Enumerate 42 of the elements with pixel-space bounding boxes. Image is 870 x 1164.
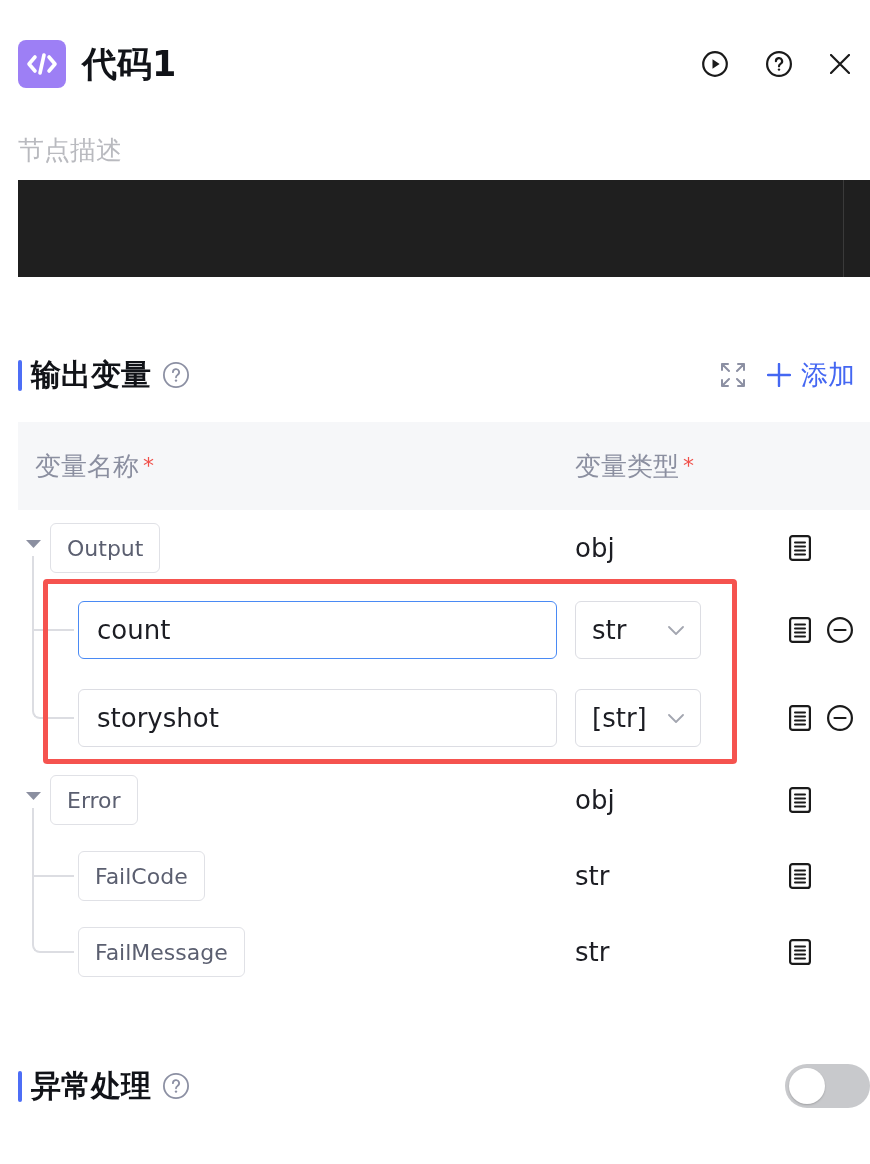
variable-name-tag: FailCode [78, 851, 205, 901]
caret-icon[interactable] [25, 540, 41, 548]
required-mark: * [143, 455, 154, 477]
variable-name-tag: Error [50, 775, 138, 825]
description-field[interactable]: 节点描述 [18, 133, 852, 167]
expand-icon[interactable] [721, 363, 745, 387]
document-icon[interactable] [789, 535, 811, 561]
chevron-down-icon [668, 625, 684, 635]
section-title: 输出变量 [31, 356, 151, 394]
variable-name-tag: Output [50, 523, 161, 573]
node-title: 代码1 [82, 43, 177, 86]
variable-name-input[interactable]: storyshot [78, 689, 557, 747]
document-icon[interactable] [789, 617, 811, 643]
plus-icon [767, 363, 791, 387]
column-header: 变量名称 [35, 449, 139, 483]
minus-circle-icon[interactable] [827, 617, 853, 643]
variable-type: str [575, 937, 610, 967]
document-icon[interactable] [789, 863, 811, 889]
type-select[interactable]: [str] [575, 689, 701, 747]
play-icon[interactable] [702, 51, 728, 77]
variable-type: str [575, 861, 610, 891]
add-button[interactable]: 添加 [767, 357, 855, 393]
code-logo-icon [18, 40, 66, 88]
close-icon[interactable] [830, 54, 850, 74]
required-mark: * [683, 455, 694, 477]
accent-bar [18, 1070, 22, 1102]
document-icon[interactable] [789, 939, 811, 965]
section-title: 异常处理 [31, 1067, 151, 1105]
variable-type: obj [575, 533, 615, 563]
variable-name-tag: FailMessage [78, 927, 245, 977]
document-icon[interactable] [789, 787, 811, 813]
caret-icon[interactable] [25, 792, 41, 800]
accent-bar [18, 359, 22, 391]
variable-name-input[interactable]: count [78, 601, 557, 659]
variable-type: obj [575, 785, 615, 815]
help-icon[interactable] [766, 51, 792, 77]
minus-circle-icon[interactable] [827, 705, 853, 731]
type-select[interactable]: str [575, 601, 701, 659]
column-header: 变量类型 [575, 449, 679, 483]
document-icon[interactable] [789, 705, 811, 731]
chevron-down-icon [668, 713, 684, 723]
toggle-switch[interactable] [785, 1064, 870, 1108]
